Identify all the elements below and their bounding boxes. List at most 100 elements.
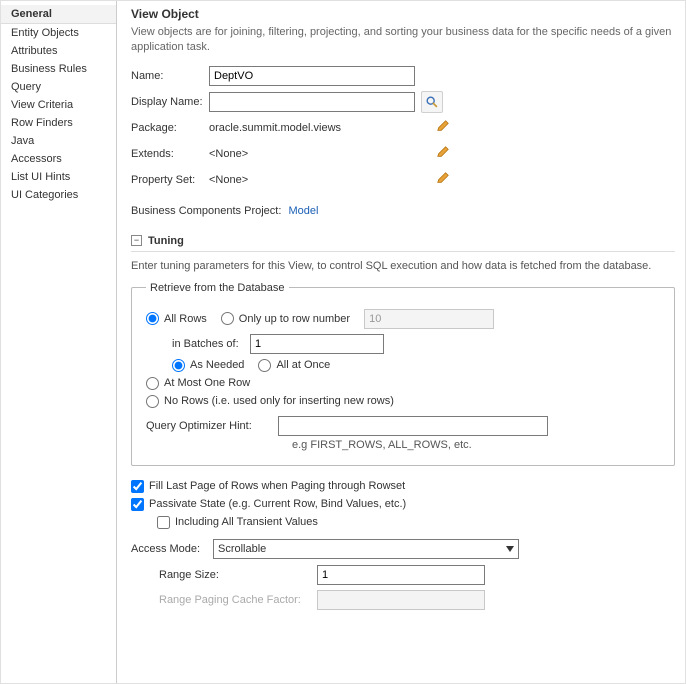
- sidebar-item-label: Entity Objects: [11, 27, 79, 39]
- label-qoh: Query Optimizer Hint:: [146, 420, 278, 432]
- row-no-rows: No Rows (i.e. used only for inserting ne…: [146, 395, 660, 408]
- sidebar-item-attributes[interactable]: Attributes: [1, 42, 116, 60]
- sidebar-item-label: List UI Hints: [11, 171, 70, 183]
- row-incl-transient: Including All Transient Values: [157, 516, 675, 529]
- qoh-hint: e.g FIRST_ROWS, ALL_ROWS, etc.: [292, 439, 660, 451]
- property-set-value: <None>: [209, 174, 415, 186]
- tuning-collapse-toggle[interactable]: −: [131, 235, 142, 246]
- sidebar-item-query[interactable]: Query: [1, 78, 116, 96]
- sidebar-item-label: General: [11, 8, 52, 20]
- tuning-header: − Tuning: [131, 235, 675, 247]
- sidebar-item-label: Java: [11, 135, 34, 147]
- access-mode-select[interactable]: Scrollable: [213, 539, 519, 559]
- label-package: Package:: [131, 122, 209, 134]
- sidebar-item-label: Accessors: [11, 153, 62, 165]
- retrieve-group: Retrieve from the Database All Rows Only…: [131, 282, 675, 466]
- cb-incl-transient[interactable]: [157, 516, 170, 529]
- sidebar-item-java[interactable]: Java: [1, 132, 116, 150]
- display-name-input[interactable]: [209, 92, 415, 112]
- separator: [131, 251, 675, 252]
- sidebar-item-list-ui-hints[interactable]: List UI Hints: [1, 168, 116, 186]
- row-qoh: Query Optimizer Hint:: [146, 416, 660, 436]
- pencil-icon: [436, 171, 450, 185]
- edit-package-button[interactable]: [431, 119, 455, 136]
- pencil-icon: [436, 145, 450, 159]
- label-rpcf: Range Paging Cache Factor:: [159, 594, 317, 606]
- row-name: Name:: [131, 65, 675, 87]
- browse-display-name-button[interactable]: [421, 91, 443, 113]
- tuning-desc: Enter tuning parameters for this View, t…: [131, 260, 675, 272]
- chevron-down-icon: [506, 546, 514, 552]
- label-name: Name:: [131, 70, 209, 82]
- row-fetchmode: As Needed All at Once: [172, 359, 660, 372]
- row-number-input: [364, 309, 494, 329]
- label-incl-transient: Including All Transient Values: [175, 516, 318, 528]
- search-icon: [425, 95, 439, 109]
- row-display-name: Display Name:: [131, 91, 675, 113]
- label-as-needed: As Needed: [190, 359, 244, 371]
- sidebar-item-entity-objects[interactable]: Entity Objects: [1, 24, 116, 42]
- retrieve-legend: Retrieve from the Database: [146, 282, 289, 294]
- edit-property-set-button[interactable]: [431, 171, 455, 188]
- label-at-most-one: At Most One Row: [164, 377, 250, 389]
- row-at-most-one: At Most One Row: [146, 377, 660, 390]
- in-batches-input[interactable]: [250, 334, 384, 354]
- radio-at-most-one[interactable]: [146, 377, 159, 390]
- radio-all-rows[interactable]: [146, 312, 159, 325]
- radio-only-upto[interactable]: [221, 312, 234, 325]
- sidebar: General Entity Objects Attributes Busine…: [1, 1, 117, 683]
- sidebar-item-label: Query: [11, 81, 41, 93]
- label-access-mode: Access Mode:: [131, 543, 213, 555]
- row-property-set: Property Set: <None>: [131, 169, 675, 191]
- label-property-set: Property Set:: [131, 174, 209, 186]
- sidebar-item-label: UI Categories: [11, 189, 78, 201]
- row-access-mode: Access Mode: Scrollable: [131, 539, 675, 559]
- biz-proj-link[interactable]: Model: [288, 205, 318, 217]
- sidebar-item-label: Row Finders: [11, 117, 73, 129]
- row-all-rows: All Rows Only up to row number: [146, 309, 660, 329]
- sidebar-item-view-criteria[interactable]: View Criteria: [1, 96, 116, 114]
- sidebar-item-business-rules[interactable]: Business Rules: [1, 60, 116, 78]
- name-input[interactable]: [209, 66, 415, 86]
- label-biz-proj: Business Components Project:: [131, 205, 281, 217]
- label-all-at-once: All at Once: [276, 359, 330, 371]
- row-biz-proj: Business Components Project: Model: [131, 205, 675, 217]
- row-package: Package: oracle.summit.model.views: [131, 117, 675, 139]
- label-passivate: Passivate State (e.g. Current Row, Bind …: [149, 498, 406, 510]
- access-mode-value: Scrollable: [218, 543, 266, 555]
- tuning-title: Tuning: [148, 235, 184, 247]
- range-size-input[interactable]: [317, 565, 485, 585]
- sidebar-item-general[interactable]: General: [1, 5, 116, 24]
- extends-value: <None>: [209, 148, 415, 160]
- qoh-input[interactable]: [278, 416, 548, 436]
- sidebar-item-accessors[interactable]: Accessors: [1, 150, 116, 168]
- page-desc: View objects are for joining, filtering,…: [131, 25, 675, 55]
- page-title: View Object: [131, 7, 675, 21]
- cb-passivate[interactable]: [131, 498, 144, 511]
- package-value: oracle.summit.model.views: [209, 122, 415, 134]
- sidebar-item-ui-categories[interactable]: UI Categories: [1, 186, 116, 204]
- radio-as-needed[interactable]: [172, 359, 185, 372]
- label-display-name: Display Name:: [131, 96, 209, 108]
- label-in-batches: in Batches of:: [172, 338, 250, 350]
- radio-all-at-once[interactable]: [258, 359, 271, 372]
- pencil-icon: [436, 119, 450, 133]
- label-no-rows: No Rows (i.e. used only for inserting ne…: [164, 395, 394, 407]
- radio-no-rows[interactable]: [146, 395, 159, 408]
- sidebar-item-row-finders[interactable]: Row Finders: [1, 114, 116, 132]
- sidebar-item-label: Business Rules: [11, 63, 87, 75]
- sidebar-item-label: View Criteria: [11, 99, 73, 111]
- row-rpcf: Range Paging Cache Factor:: [159, 590, 675, 610]
- row-passivate: Passivate State (e.g. Current Row, Bind …: [131, 498, 675, 511]
- main-panel: View Object View objects are for joining…: [117, 1, 685, 683]
- label-only-upto: Only up to row number: [239, 313, 350, 325]
- window-root: General Entity Objects Attributes Busine…: [0, 0, 686, 684]
- label-range-size: Range Size:: [159, 569, 317, 581]
- edit-extends-button[interactable]: [431, 145, 455, 162]
- sidebar-item-label: Attributes: [11, 45, 57, 57]
- row-extends: Extends: <None>: [131, 143, 675, 165]
- cb-fill-last[interactable]: [131, 480, 144, 493]
- row-fill-last: Fill Last Page of Rows when Paging throu…: [131, 480, 675, 493]
- label-fill-last: Fill Last Page of Rows when Paging throu…: [149, 480, 405, 492]
- label-extends: Extends:: [131, 148, 209, 160]
